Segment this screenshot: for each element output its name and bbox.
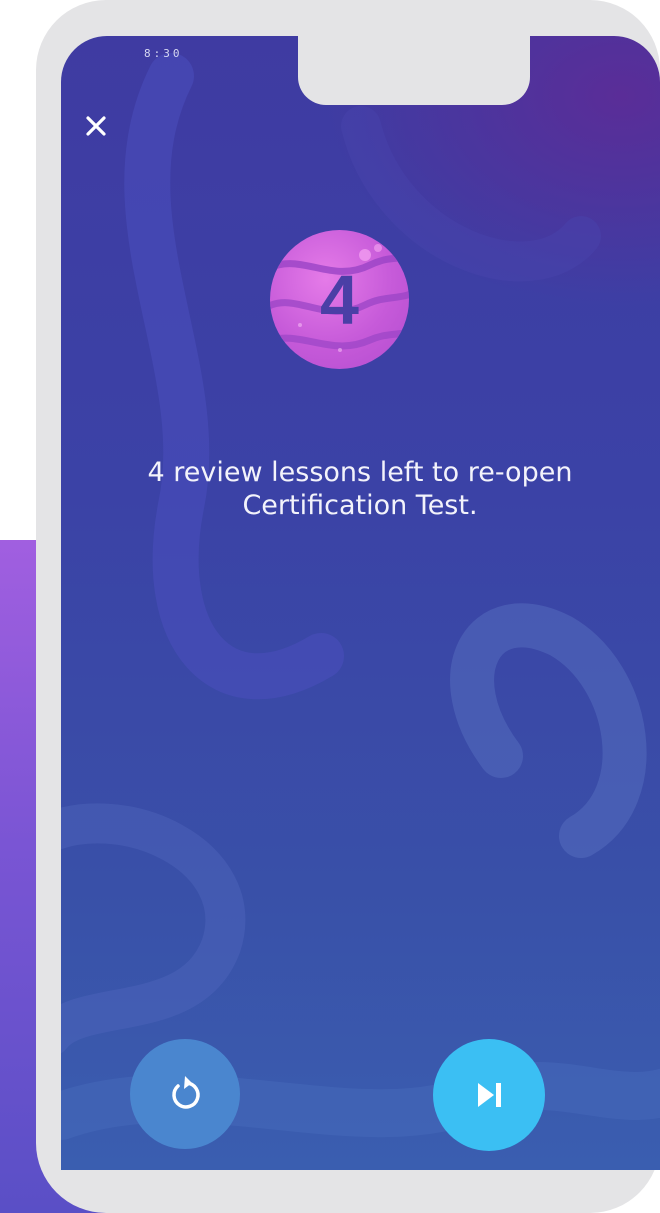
review-lessons-message: 4 review lessons left to re-open Certifi… bbox=[66, 456, 654, 522]
lessons-left-count: 4 bbox=[320, 260, 359, 339]
message-line-2: Certification Test. bbox=[242, 490, 478, 521]
message-line-1: 4 review lessons left to re-open bbox=[147, 457, 573, 488]
skip-button[interactable] bbox=[433, 1039, 545, 1151]
close-button[interactable] bbox=[78, 108, 114, 144]
status-bar-time: 8:30 bbox=[144, 47, 183, 60]
restart-button[interactable] bbox=[130, 1039, 240, 1149]
skip-next-icon bbox=[478, 1083, 501, 1107]
restart-icon bbox=[172, 1076, 200, 1109]
background-swirls bbox=[61, 53, 660, 1140]
lessons-left-badge: 4 bbox=[270, 230, 409, 369]
close-icon bbox=[86, 116, 106, 136]
app-screen bbox=[61, 36, 660, 1170]
phone-notch bbox=[298, 36, 530, 105]
